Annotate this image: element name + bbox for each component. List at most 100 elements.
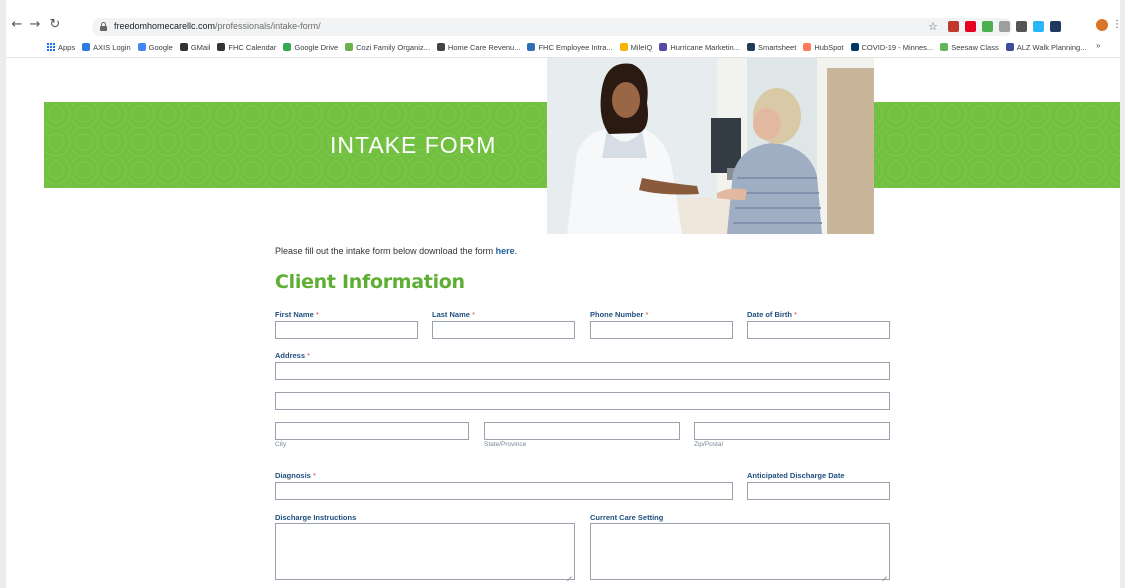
discharge-instructions-label: Discharge Instructions [275, 513, 357, 522]
bookmark-favicon-icon [940, 43, 949, 51]
reload-icon[interactable]: ↻ [48, 18, 62, 32]
extension-icon[interactable] [965, 20, 976, 32]
bookmark-label: COVID-19 - Minnes... [861, 42, 934, 52]
bookmark-favicon-icon [619, 43, 628, 51]
bookmark-label: Home Care Revenu... [447, 42, 521, 52]
bookmark-item[interactable]: Google [137, 42, 173, 52]
discharge-date-label: Anticipated Discharge Date [747, 471, 845, 480]
browser-toolbar: ← → ↻ freedomhomecarellc.com/professiona… [6, 0, 1120, 58]
intro-text: Please fill out the intake form below do… [275, 246, 517, 256]
bookmark-item[interactable]: Hurricane Marketin... [659, 43, 740, 52]
address-label: Address * [275, 351, 311, 360]
url-domain: freedomhomecarellc.com [114, 21, 216, 31]
forward-icon[interactable]: → [28, 18, 42, 32]
bookmark-favicon-icon [850, 43, 859, 51]
bookmark-item[interactable]: ALZ Walk Planning... [1005, 42, 1087, 52]
bookmark-item[interactable]: COVID-19 - Minnes... [850, 42, 934, 52]
diagnosis-label: Diagnosis * [275, 471, 316, 480]
state-sublabel: State/Province [484, 441, 527, 448]
bookmark-favicon-icon [217, 43, 226, 51]
bookmark-item[interactable]: Google Drive [283, 43, 338, 52]
bookmarks-bar: Apps AXIS Login Google GMail FHC Calendar Goo… [58, 40, 1086, 54]
bookmark-item[interactable]: MileIQ [619, 42, 653, 52]
bookmark-label: Hurricane Marketin... [670, 42, 740, 52]
address-line2-input[interactable] [275, 392, 890, 410]
bookmark-favicon-icon [527, 43, 536, 51]
bookmark-label: Seesaw Class [951, 42, 999, 52]
profile-avatar[interactable] [1096, 19, 1108, 31]
bookmark-star-icon[interactable]: ☆ [928, 20, 938, 33]
last-name-label: Last Name * [432, 310, 475, 319]
discharge-date-input[interactable] [747, 482, 890, 500]
page-title: INTAKE FORM [330, 132, 497, 158]
zip-sublabel: Zip/Postal [694, 441, 723, 448]
city-input[interactable] [275, 422, 469, 440]
browser-window: ← → ↻ freedomhomecarellc.com/professiona… [6, 0, 1120, 588]
extension-icon[interactable] [1033, 20, 1044, 32]
bookmark-label: ALZ Walk Planning... [1016, 42, 1087, 52]
bookmark-label: Cozi Family Organiz... [356, 42, 430, 52]
first-name-input[interactable] [275, 321, 418, 339]
bookmark-label: AXIS Login [93, 42, 131, 52]
dob-label: Date of Birth * [747, 310, 798, 319]
bookmark-favicon-icon [1005, 43, 1014, 51]
bookmark-label: GMail [190, 42, 211, 52]
bookmark-favicon-icon [803, 43, 812, 51]
bookmark-item[interactable]: Apps [58, 43, 75, 52]
bookmark-label: MileIQ [630, 42, 653, 52]
back-icon[interactable]: ← [10, 18, 24, 32]
bookmark-item[interactable]: Cozi Family Organiz... [345, 43, 430, 52]
bookmark-favicon-icon [179, 43, 188, 51]
phone-label: Phone Number * [590, 310, 649, 319]
dob-input[interactable] [747, 321, 890, 339]
kebab-menu-icon[interactable]: ⋮ [1112, 19, 1120, 30]
intro-period: . [514, 246, 518, 256]
extension-icon[interactable] [1016, 20, 1027, 32]
care-setting-label: Current Care Setting [590, 513, 664, 522]
bookmark-item[interactable]: HubSpot [803, 42, 844, 52]
bookmark-favicon-icon [345, 43, 354, 51]
bookmark-favicon-icon [283, 43, 292, 51]
bookmark-item[interactable]: GMail [179, 42, 211, 52]
last-name-input[interactable] [432, 321, 575, 339]
bookmark-label: Smartsheet [757, 42, 797, 52]
address-bar[interactable]: freedomhomecarellc.com/professionals/int… [92, 18, 1012, 36]
extension-icon[interactable] [1050, 20, 1061, 32]
city-sublabel: City [275, 441, 287, 448]
hero-photo [547, 58, 874, 234]
extension-icon[interactable] [999, 20, 1010, 32]
diagnosis-input[interactable] [275, 482, 733, 500]
extension-icon[interactable] [982, 20, 993, 32]
discharge-instructions-textarea[interactable] [275, 523, 575, 580]
bookmark-label: HubSpot [814, 42, 844, 52]
bookmark-favicon-icon [659, 43, 668, 51]
extensions-bar [948, 18, 1061, 34]
url-path: /professionals/intake-form/ [215, 21, 321, 31]
bookmark-item[interactable]: FHC Calendar [217, 43, 276, 52]
apps-grid-icon[interactable] [46, 42, 55, 51]
bookmark-item[interactable]: Seesaw Class [940, 43, 999, 52]
address-line1-input[interactable] [275, 362, 890, 380]
extension-icon[interactable] [948, 20, 959, 32]
bookmark-item[interactable]: FHC Employee Intra... [527, 42, 613, 52]
bookmark-label: FHC Employee Intra... [538, 42, 613, 52]
bookmark-item[interactable]: AXIS Login [82, 43, 131, 52]
lock-icon [100, 22, 107, 31]
bookmark-item[interactable]: Smartsheet [746, 42, 797, 52]
first-name-label: First Name * [275, 310, 319, 319]
bookmarks-overflow-icon[interactable]: » [1096, 41, 1100, 50]
bookmark-label: Google [148, 42, 173, 52]
bookmark-favicon-icon [82, 43, 91, 51]
download-form-link[interactable]: here [496, 246, 515, 256]
resize-grip-icon[interactable] [567, 572, 573, 578]
bookmark-favicon-icon [137, 43, 146, 51]
resize-grip-icon[interactable] [882, 572, 888, 578]
bookmark-item[interactable]: Home Care Revenu... [436, 42, 521, 52]
bookmark-label: Google Drive [294, 42, 339, 52]
phone-input[interactable] [590, 321, 733, 339]
bookmark-label: Apps [58, 42, 76, 52]
state-input[interactable] [484, 422, 680, 440]
bookmark-favicon-icon [436, 43, 445, 51]
care-setting-textarea[interactable] [590, 523, 890, 580]
zip-input[interactable] [694, 422, 890, 440]
